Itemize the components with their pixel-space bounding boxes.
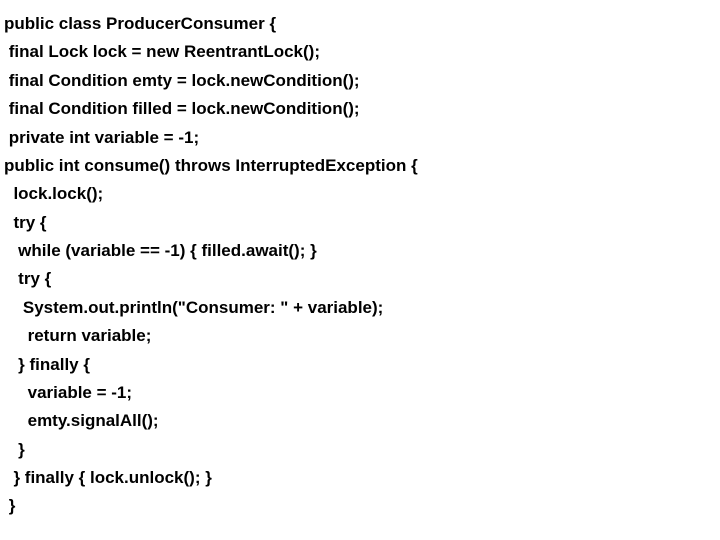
code-line: final Lock lock = new ReentrantLock(); [4, 38, 720, 66]
code-line: return variable; [4, 322, 720, 350]
code-line: public class ProducerConsumer { [4, 10, 720, 38]
code-line: } [4, 492, 720, 520]
code-line: System.out.println("Consumer: " + variab… [4, 294, 720, 322]
code-line: while (variable == -1) { filled.await();… [4, 237, 720, 265]
code-line: } finally { [4, 351, 720, 379]
code-line: variable = -1; [4, 379, 720, 407]
code-line: lock.lock(); [4, 180, 720, 208]
code-line: emty.signalAll(); [4, 407, 720, 435]
code-line: public int consume() throws InterruptedE… [4, 152, 720, 180]
code-line: } [4, 436, 720, 464]
code-line: } finally { lock.unlock(); } [4, 464, 720, 492]
code-line: try { [4, 209, 720, 237]
code-line: final Condition emty = lock.newCondition… [4, 67, 720, 95]
code-line: try { [4, 265, 720, 293]
code-line: private int variable = -1; [4, 124, 720, 152]
code-line: final Condition filled = lock.newConditi… [4, 95, 720, 123]
